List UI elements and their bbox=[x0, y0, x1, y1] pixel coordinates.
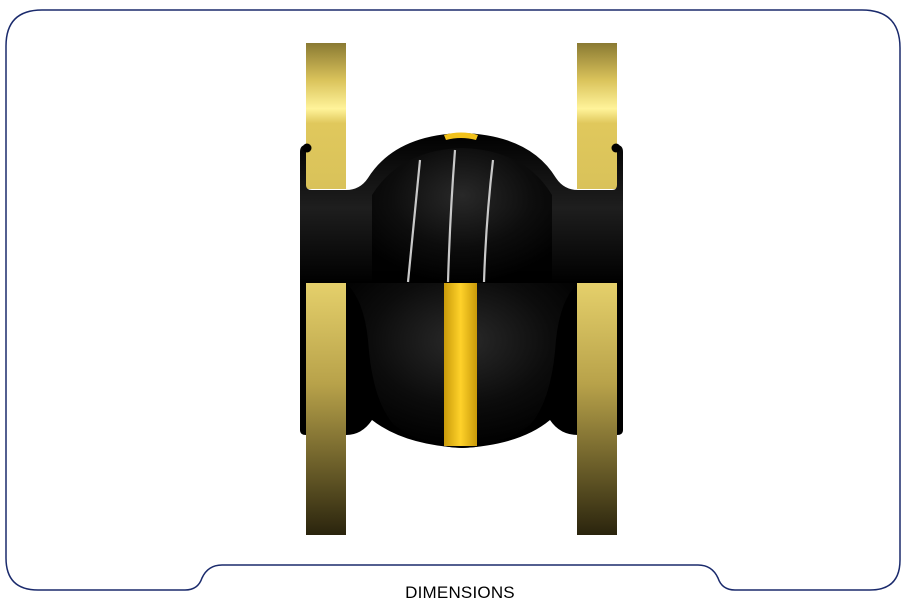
flange-right-lower bbox=[577, 283, 617, 535]
tab-dimensions[interactable]: DIMENSIONS bbox=[200, 583, 720, 603]
flange-right-upper bbox=[577, 43, 617, 189]
hook-right bbox=[611, 143, 621, 153]
flange-left-upper bbox=[306, 43, 346, 189]
flange-left-lower bbox=[306, 283, 346, 535]
bulb-inner bbox=[372, 148, 552, 283]
product-view bbox=[5, 9, 901, 591]
stripe-yellow bbox=[444, 283, 477, 446]
hook-left bbox=[302, 143, 312, 153]
